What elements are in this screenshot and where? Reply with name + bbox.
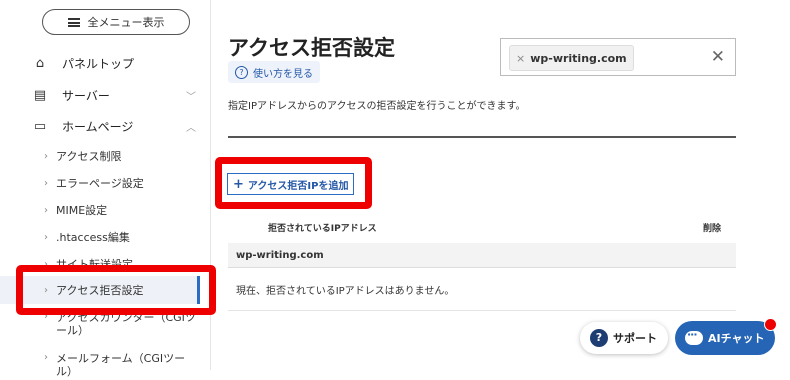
chevron-down-icon: ﹀	[186, 91, 196, 103]
help-link[interactable]: ? 使い方を見る	[228, 61, 320, 83]
chevron-right-icon: ›	[44, 150, 48, 162]
column-header-delete: 削除	[703, 224, 722, 234]
remove-chip-icon[interactable]: ×	[516, 52, 525, 65]
window-icon: ▭	[33, 118, 47, 134]
question-icon: ?	[235, 65, 248, 79]
sidebar-item-homepage[interactable]: ▭ ホームページ ︿	[0, 117, 210, 135]
page-title: アクセス拒否設定	[228, 36, 395, 60]
page-description: 指定IPアドレスからのアクセスの拒否設定を行うことができます。	[228, 101, 526, 112]
sidebar-subitem-mime[interactable]: › MIME設定	[0, 202, 200, 218]
divider	[228, 136, 736, 138]
chevron-right-icon: ›	[44, 204, 48, 216]
table-group-row: wp-writing.com	[228, 243, 736, 268]
notification-dot	[764, 318, 777, 331]
all-menu-label: 全メニュー表示	[87, 16, 165, 29]
clear-icon[interactable]: ✕	[711, 47, 725, 67]
sidebar-item-label: ホームページ	[62, 119, 134, 134]
domain-select[interactable]: × wp-writing.com ✕	[500, 38, 736, 76]
support-button[interactable]: ? サポート	[580, 322, 668, 354]
sidebar-subitem-mail-form[interactable]: › メールフォーム（CGIツール）	[0, 352, 200, 380]
table-empty-message: 現在、拒否されているIPアドレスはありません。	[228, 269, 736, 311]
home-icon: ⌂	[35, 55, 45, 71]
ai-chat-button[interactable]: AIチャット	[675, 318, 777, 355]
domain-chip[interactable]: × wp-writing.com	[509, 45, 634, 71]
ai-chat-label: AIチャット	[708, 332, 765, 345]
chevron-right-icon: ›	[44, 231, 48, 243]
sidebar-item-panel-top[interactable]: ⌂ パネルトップ	[0, 54, 210, 72]
chat-bubble-icon	[685, 328, 703, 345]
sidebar-subitem-htaccess[interactable]: › .htaccess編集	[0, 229, 200, 245]
support-label: サポート	[613, 332, 657, 345]
highlight-box-add-button	[215, 157, 372, 209]
domain-chip-label: wp-writing.com	[530, 51, 627, 65]
sidebar-subitem-label: MIME設定	[56, 204, 108, 217]
server-icon: ▤	[33, 87, 47, 103]
sidebar-subitem-label: アクセス制限	[56, 150, 122, 163]
sidebar-subitem-label: エラーページ設定	[56, 177, 144, 190]
highlight-box-sidebar	[16, 265, 216, 315]
sidebar-subitem-label: メールフォーム（CGIツール）	[56, 352, 186, 378]
sidebar-item-label: パネルトップ	[62, 56, 135, 71]
help-label: 使い方を見る	[253, 68, 313, 80]
sidebar-item-server[interactable]: ▤ サーバー ﹀	[0, 86, 210, 104]
sidebar-subitem-error-page[interactable]: › エラーページ設定	[0, 175, 200, 191]
sidebar-subitem-access-counter[interactable]: › アクセスカウンター（CGIツール）	[0, 311, 200, 339]
sidebar-subitem-access-restriction[interactable]: › アクセス制限	[0, 148, 200, 164]
hamburger-icon	[67, 17, 80, 27]
sidebar-subitem-label: .htaccess編集	[56, 231, 130, 244]
chevron-right-icon: ›	[44, 177, 48, 189]
column-header-ip: 拒否されているIPアドレス	[268, 224, 377, 234]
sidebar-item-label: サーバー	[62, 88, 110, 103]
chevron-up-icon: ︿	[186, 122, 196, 134]
question-icon: ?	[590, 329, 608, 347]
chevron-right-icon: ›	[44, 352, 48, 363]
all-menu-button[interactable]: 全メニュー表示	[42, 9, 190, 35]
